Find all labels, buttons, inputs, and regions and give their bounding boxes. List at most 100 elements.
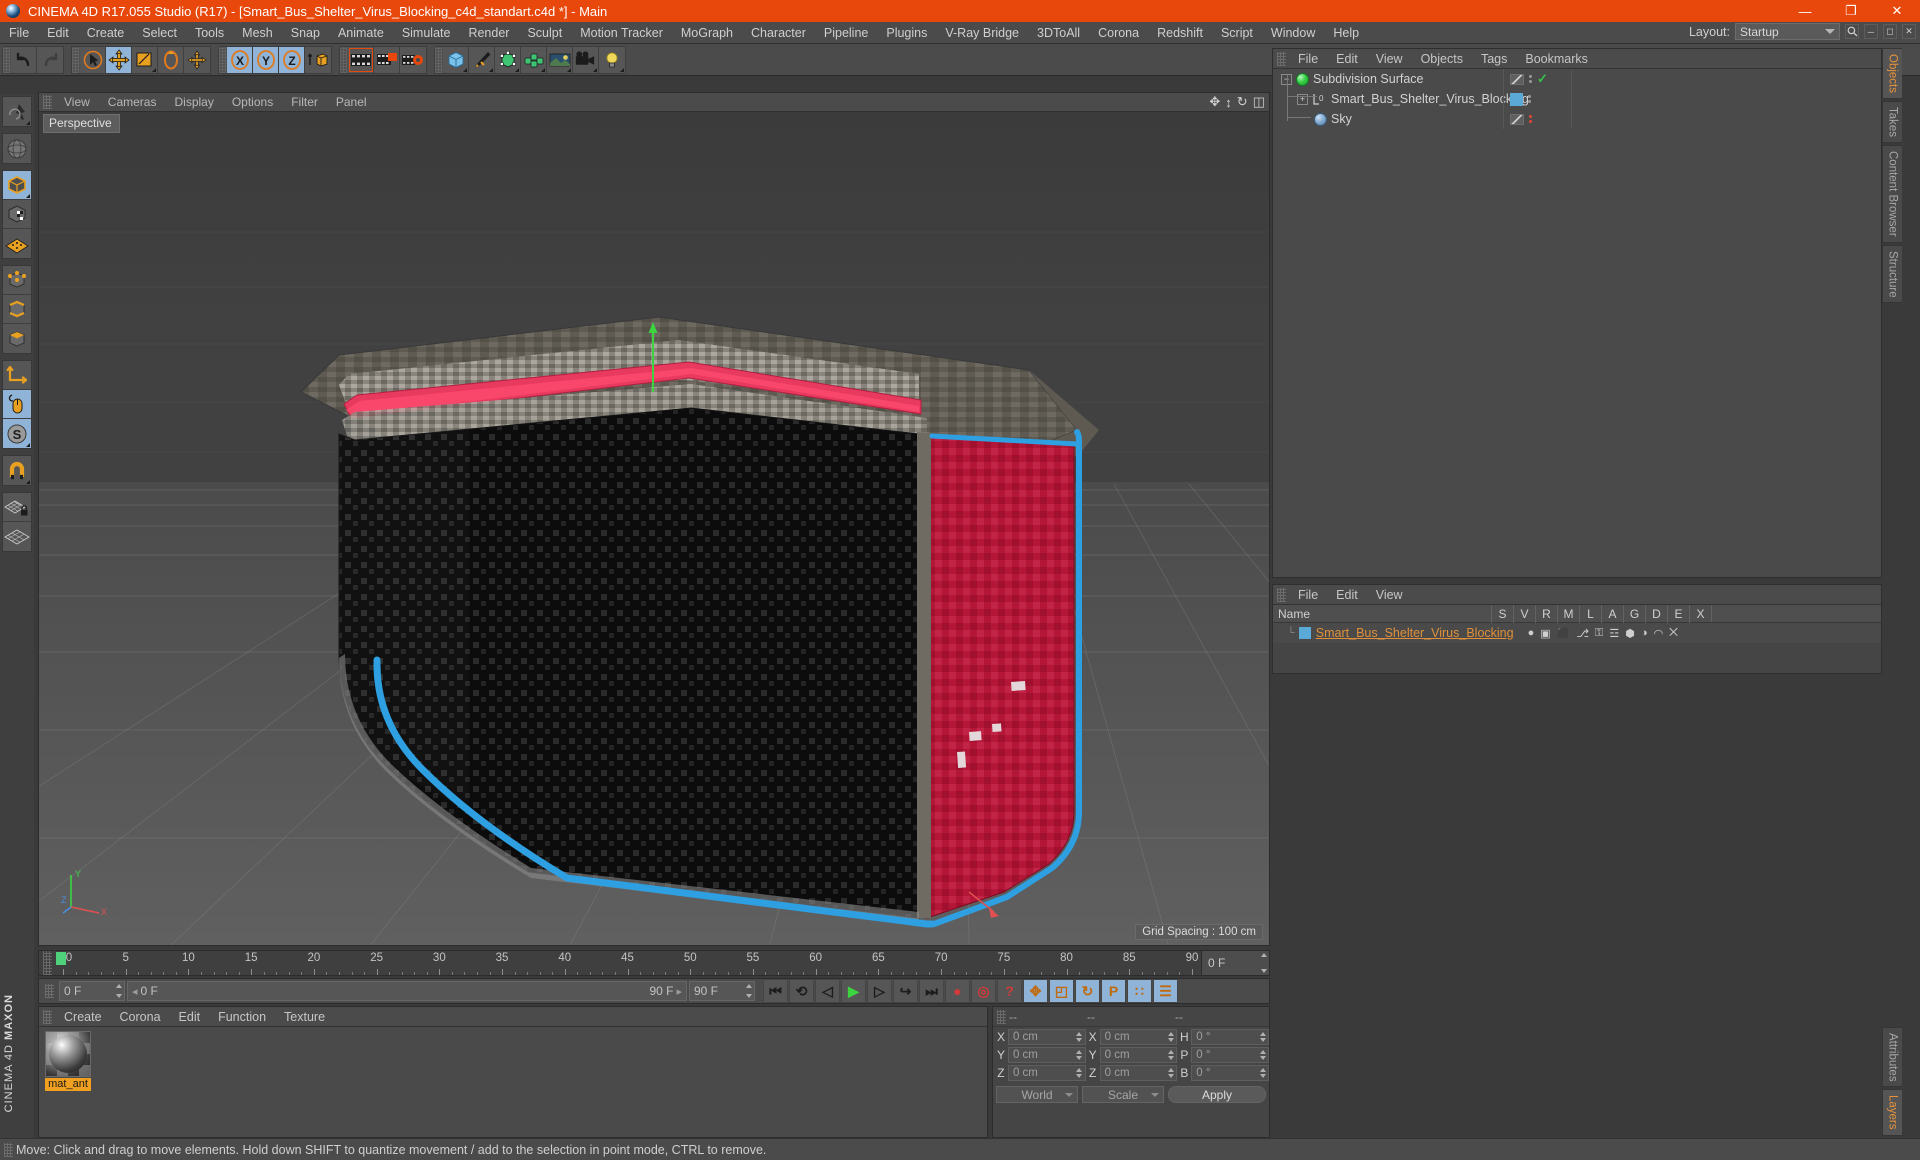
material-menu-corona[interactable]: Corona <box>111 1007 170 1027</box>
menu-item-help[interactable]: Help <box>1324 22 1368 44</box>
render-to-picture-viewer-icon[interactable] <box>374 46 400 73</box>
world-axis-icon[interactable] <box>3 134 31 163</box>
menu-item-script[interactable]: Script <box>1212 22 1262 44</box>
menu-item-3dtoall[interactable]: 3DToAll <box>1028 22 1089 44</box>
camera-icon[interactable] <box>573 46 599 73</box>
spinner-icon[interactable] <box>1259 1049 1266 1060</box>
model-mode-icon[interactable] <box>3 171 31 200</box>
viewport-menu-filter[interactable]: Filter <box>282 93 327 112</box>
object-manager-menu-tags[interactable]: Tags <box>1472 49 1516 69</box>
world-object-axis-icon[interactable] <box>305 46 331 73</box>
play-loop-button[interactable]: ↪ <box>893 979 918 1003</box>
menu-item-mograph[interactable]: MoGraph <box>672 22 742 44</box>
menu-item-select[interactable]: Select <box>133 22 186 44</box>
panel-grip[interactable] <box>1277 51 1286 66</box>
autokeying-button[interactable]: ◎ <box>971 979 996 1003</box>
menu-item-redshift[interactable]: Redshift <box>1148 22 1212 44</box>
object-tag-column[interactable] <box>1503 109 1571 129</box>
search-icon[interactable] <box>1845 24 1859 39</box>
enabled-checkmark-icon[interactable]: ✓ <box>1537 71 1548 87</box>
object-row[interactable]: Sky <box>1273 109 1881 129</box>
render-toggle-icon[interactable]: ⬛ <box>1557 627 1571 640</box>
object-tag-column[interactable]: ✓ <box>1503 69 1571 89</box>
y-axis-icon[interactable]: Y <box>253 46 279 73</box>
menu-item-plugins[interactable]: Plugins <box>877 22 936 44</box>
size-x-field[interactable]: 0 cm <box>1099 1028 1178 1045</box>
spinner-icon[interactable] <box>1167 1067 1174 1078</box>
workplane-lock-icon[interactable] <box>3 493 31 522</box>
layer-manager-menu-view[interactable]: View <box>1367 585 1412 605</box>
layer-color-swatch[interactable] <box>1298 627 1311 639</box>
minimize-button[interactable]: — <box>1782 0 1828 22</box>
undo-icon[interactable] <box>11 46 37 73</box>
viewport-menu-panel[interactable]: Panel <box>327 93 376 112</box>
tree-expander[interactable]: − <box>1281 73 1292 85</box>
panel-grip[interactable] <box>43 95 52 109</box>
viewport-canvas[interactable]: Perspective Grid Spacing : 100 cm Y X Z <box>39 112 1269 945</box>
menu-item-mesh[interactable]: Mesh <box>233 22 282 44</box>
generators-toggle-icon[interactable]: ⬢ <box>1625 627 1635 640</box>
current-frame-field[interactable]: 0 F <box>59 981 125 1001</box>
light-icon[interactable] <box>599 46 625 73</box>
panel-grip[interactable] <box>43 1009 52 1024</box>
enable-snap-icon[interactable]: S <box>3 419 31 448</box>
tree-expander[interactable]: + <box>1297 93 1308 105</box>
toggle-layout-icon[interactable]: ◫ <box>1253 94 1265 110</box>
size-y-field[interactable]: 0 cm <box>1099 1046 1178 1063</box>
size-z-field[interactable]: 0 cm <box>1099 1064 1178 1081</box>
menu-item-animate[interactable]: Animate <box>329 22 393 44</box>
workplane-mode-icon[interactable] <box>3 229 31 258</box>
spinner-icon[interactable] <box>115 984 122 998</box>
toolbar-grip[interactable] <box>3 46 10 73</box>
apply-button[interactable]: Apply <box>1168 1086 1266 1103</box>
menu-item-motion-tracker[interactable]: Motion Tracker <box>571 22 672 44</box>
dolly-camera-icon[interactable]: ↕ <box>1225 95 1232 110</box>
vertical-tab-content-browser[interactable]: Content Browser <box>1882 145 1902 243</box>
rotation-p-field[interactable]: 0 ° <box>1191 1046 1270 1063</box>
keyframe-selection-button[interactable]: ? <box>997 979 1022 1003</box>
visibility-dots-icon[interactable] <box>1528 95 1531 103</box>
animation-toggle-icon[interactable]: ☲ <box>1609 627 1619 640</box>
point-mode-icon[interactable] <box>3 266 31 295</box>
layer-manager-menu-file[interactable]: File <box>1289 585 1327 605</box>
menu-item-create[interactable]: Create <box>78 22 134 44</box>
toolbar-grip[interactable] <box>219 46 226 73</box>
menu-item-render[interactable]: Render <box>459 22 518 44</box>
record-pla-button[interactable]: ∷ <box>1127 979 1152 1003</box>
material-list[interactable]: mat_ant <box>39 1027 987 1137</box>
toolbar-grip[interactable] <box>72 46 79 73</box>
next-frame-button[interactable]: ▷ <box>867 979 892 1003</box>
panel-grip[interactable] <box>45 984 54 998</box>
spinner-icon[interactable] <box>1076 1049 1083 1060</box>
x-axis-icon[interactable]: X <box>227 46 253 73</box>
object-row[interactable]: − Subdivision Surface ✓ <box>1273 69 1881 89</box>
layer-column-G[interactable]: G <box>1623 604 1645 623</box>
spinner-icon[interactable] <box>1259 1067 1266 1078</box>
render-view-icon[interactable] <box>348 46 374 73</box>
position-z-field[interactable]: 0 cm <box>1007 1064 1086 1081</box>
viewport-menu-display[interactable]: Display <box>165 93 222 112</box>
object-axis-icon[interactable] <box>3 361 31 390</box>
vertical-tab-structure[interactable]: Structure <box>1882 244 1902 304</box>
rotation-b-field[interactable]: 0 ° <box>1191 1064 1270 1081</box>
record-parameter-button[interactable]: P <box>1101 979 1126 1003</box>
lock-toggle-icon[interactable]: ⚿ <box>1595 627 1603 640</box>
spinner-icon[interactable] <box>1167 1031 1174 1042</box>
viewport-solo-icon[interactable] <box>3 390 31 419</box>
redo-icon[interactable] <box>37 46 63 73</box>
solo-toggle-icon[interactable]: ● <box>1528 627 1535 639</box>
sky-object-icon[interactable] <box>1314 112 1327 126</box>
range-prev-icon[interactable]: ◂ <box>132 985 138 998</box>
vertical-tab-takes[interactable]: Takes <box>1882 101 1902 144</box>
render-settings-icon[interactable] <box>400 46 426 73</box>
viewport-menu-cameras[interactable]: Cameras <box>99 93 166 112</box>
polygon-mode-icon[interactable] <box>3 324 31 353</box>
object-tree[interactable]: − Subdivision Surface ✓ +0 Smart_Bus_Shelter… <box>1273 69 1881 577</box>
live-selection-icon[interactable] <box>3 97 31 126</box>
panel-minimize-icon[interactable]: ─ <box>1864 24 1878 39</box>
material-menu-create[interactable]: Create <box>55 1007 111 1027</box>
menu-item-simulate[interactable]: Simulate <box>393 22 460 44</box>
object-row[interactable]: +0 Smart_Bus_Shelter_Virus_Blocking <box>1273 89 1881 109</box>
object-manager-menu-bookmarks[interactable]: Bookmarks <box>1516 49 1597 69</box>
toolbar-grip[interactable] <box>435 46 442 73</box>
